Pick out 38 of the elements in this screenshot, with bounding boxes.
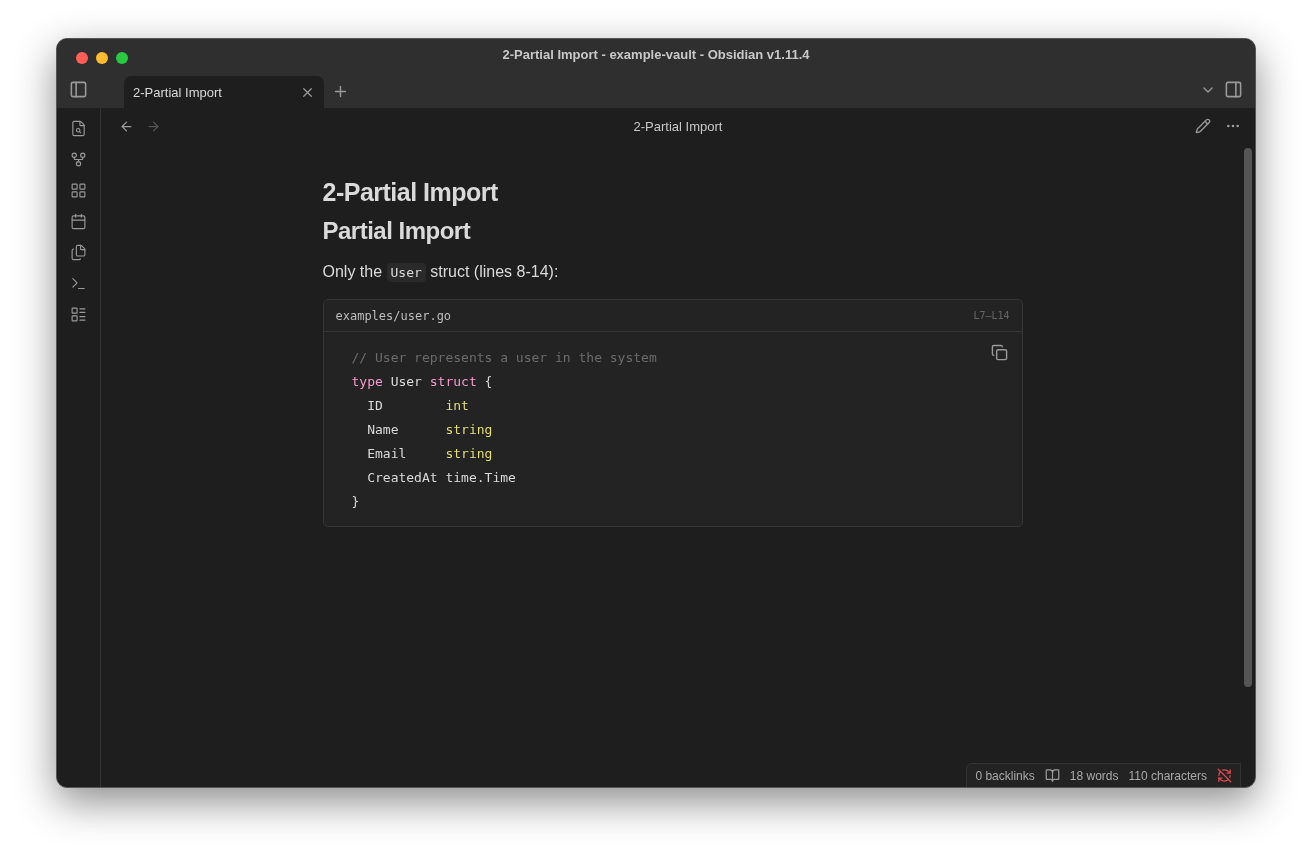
sync-off-icon[interactable]	[1217, 768, 1232, 783]
new-tab-icon[interactable]	[332, 83, 349, 100]
paragraph: Only the User struct (lines 8-14):	[322, 263, 560, 281]
heading: 2-Partial Import	[322, 178, 499, 207]
subheading: Partial Import	[322, 217, 472, 245]
window-title: 2-Partial Import - example-vault - Obsidian v1.11.4	[502, 47, 810, 62]
scrollbar[interactable]	[1244, 148, 1252, 687]
tab-label: 2-Partial Import	[133, 84, 222, 100]
back-arrow-icon[interactable]	[119, 118, 134, 134]
view-title: 2-Partial Import	[632, 118, 724, 134]
code-filename: examples/user.go	[335, 308, 452, 323]
files-icon[interactable]	[70, 244, 87, 261]
code-line: }	[351, 493, 360, 511]
minimize-window-button[interactable]	[96, 52, 108, 64]
terminal-icon[interactable]	[70, 275, 87, 292]
character-count: 110 characters	[1128, 768, 1207, 783]
calendar-icon[interactable]	[70, 213, 87, 230]
code-line: Email string	[366, 445, 493, 463]
close-window-button[interactable]	[76, 52, 88, 64]
list-icon[interactable]	[70, 306, 87, 323]
backlinks-count[interactable]: 0 backlinks	[975, 768, 1035, 783]
zoom-window-button[interactable]	[116, 52, 128, 64]
code-line: // User represents a user in the system	[351, 349, 657, 367]
code-line: ID int	[366, 397, 469, 415]
book-icon[interactable]	[1044, 768, 1060, 783]
code-line: CreatedAt time.Time	[366, 469, 516, 487]
tab[interactable]: 2-Partial Import	[124, 76, 324, 108]
pencil-icon[interactable]	[1195, 118, 1211, 134]
code-line: type User struct {	[351, 373, 493, 391]
copy-icon[interactable]	[990, 344, 1008, 361]
sidebar-toggle-icon[interactable]	[69, 80, 88, 99]
right-sidebar-toggle-icon[interactable]	[1224, 80, 1243, 99]
search-file-icon[interactable]	[70, 120, 87, 137]
graph-icon[interactable]	[70, 151, 87, 168]
line-range: L7–L14	[973, 310, 1010, 321]
grid-icon[interactable]	[70, 182, 87, 199]
word-count: 18 words	[1069, 768, 1119, 783]
code-line: Name string	[366, 421, 493, 439]
